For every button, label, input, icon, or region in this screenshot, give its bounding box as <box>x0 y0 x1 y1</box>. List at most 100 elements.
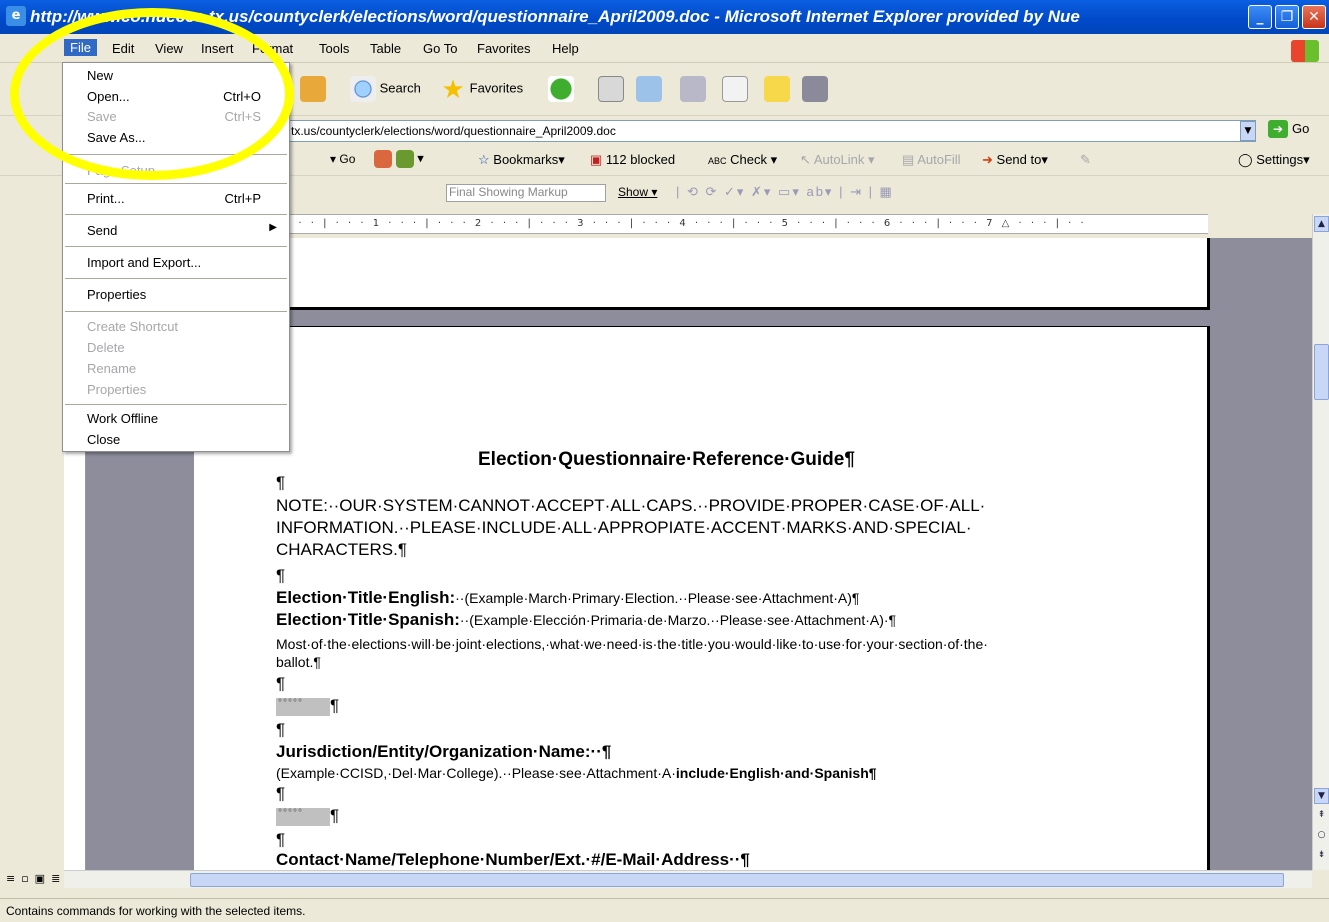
joint-elections-line-1: Most·of·the·elections·will·be·joint·elec… <box>276 636 988 652</box>
jurisdiction-label: Jurisdiction/Entity/Organization·Name:··… <box>276 742 612 761</box>
file-menu-properties[interactable]: Properties <box>63 285 289 305</box>
pilcrow-5: ¶ <box>276 784 286 803</box>
menu-edit[interactable]: Edit <box>112 41 134 56</box>
file-menu-print[interactable]: Print... Ctrl+P <box>63 189 289 209</box>
menu-separator <box>65 214 287 215</box>
send-to-button[interactable]: ➜ Send to▾ <box>982 152 1048 168</box>
file-menu-close[interactable]: Close <box>63 430 289 450</box>
horizontal-scrollbar[interactable] <box>64 870 1312 888</box>
file-menu-send[interactable]: Send ▶ <box>63 221 289 241</box>
popup-blocked-button[interactable]: ▣ 112 blocked <box>590 152 675 168</box>
autofill-button[interactable]: ▤ AutoFill <box>902 152 961 168</box>
spell-check-button[interactable]: ABC Check ▾ <box>708 152 777 168</box>
note-line-3: CHARACTERS.¶ <box>276 540 407 559</box>
submenu-arrow-icon: ▶ <box>269 222 277 233</box>
previous-page-button[interactable]: ⇞ <box>1314 808 1329 824</box>
close-button[interactable]: ✕ <box>1302 5 1326 29</box>
print-button[interactable] <box>680 76 706 102</box>
search-button[interactable]: Search <box>350 76 421 102</box>
pagerank-icon <box>395 150 414 168</box>
menu-separator <box>65 311 287 312</box>
review-icons[interactable]: | ⟲ ⟳ ✓▾ ✗▾ ▭▾ ab▾ | ⇥ | ▦ <box>676 184 894 200</box>
vertical-scroll-thumb[interactable] <box>1314 344 1329 400</box>
file-menu-new[interactable]: New <box>63 66 289 86</box>
file-menu-open[interactable]: Open... Ctrl+O <box>63 87 289 107</box>
printer-icon <box>680 76 706 102</box>
title-en-label: Election·Title·English: <box>276 588 456 607</box>
ie-icon: e <box>6 6 26 26</box>
field-dots-2[interactable]: °°°°° <box>276 807 330 826</box>
file-menu-rename[interactable]: Rename <box>63 359 289 379</box>
menu-bar: File Edit View Insert Format Tools Table… <box>0 37 1329 63</box>
autofill-icon: ▤ <box>902 152 915 167</box>
bookmarks-button[interactable]: ☆ Bookmarks▾ <box>478 152 565 168</box>
notes-button[interactable] <box>764 76 790 102</box>
file-menu-create-shortcut[interactable]: Create Shortcut <box>63 317 289 337</box>
menu-view[interactable]: View <box>155 41 183 56</box>
menu-help[interactable]: Help <box>552 41 579 56</box>
highlight-button[interactable]: ✎ <box>1080 152 1091 168</box>
edit-button[interactable] <box>722 76 748 102</box>
settings-button[interactable]: ◯ Settings▾ <box>1238 152 1310 168</box>
scroll-down-button[interactable]: ▼ <box>1314 788 1329 804</box>
home-button[interactable] <box>300 76 326 102</box>
notes-icon <box>764 76 790 102</box>
maximize-button[interactable]: ❐ <box>1275 5 1299 29</box>
horizontal-scroll-thumb[interactable] <box>190 873 1284 887</box>
highlighter-icon: ✎ <box>1080 152 1091 167</box>
next-page-button[interactable]: ⇟ <box>1314 848 1329 864</box>
menu-table[interactable]: Table <box>370 41 401 56</box>
file-menu-delete[interactable]: Delete <box>63 338 289 358</box>
menu-separator <box>65 278 287 279</box>
vertical-scrollbar[interactable]: ▲ ▼ ⇞ ○ ⇟ <box>1312 214 1329 870</box>
file-menu-save[interactable]: Save Ctrl+S <box>63 107 289 127</box>
address-input[interactable]: tx.us/countyclerk/elections/word/questio… <box>286 120 1256 142</box>
history-button[interactable] <box>548 76 574 102</box>
browse-object-button[interactable]: ○ <box>1314 828 1329 844</box>
toolbar-icons[interactable]: ▾ <box>374 150 424 168</box>
pilcrow-3: ¶ <box>276 674 286 693</box>
field-2-pilcrow: ¶ <box>330 806 340 825</box>
markup-select[interactable]: Final Showing Markup <box>446 184 606 202</box>
menu-separator <box>65 154 287 155</box>
research-icon <box>598 76 624 102</box>
links-go-button[interactable]: ▾ Go <box>330 152 355 166</box>
word-icon <box>722 76 748 102</box>
file-menu-work-offline[interactable]: Work Offline <box>63 409 289 429</box>
show-button[interactable]: Show ▾ <box>618 185 657 199</box>
address-dropdown-button[interactable]: ▼ <box>1240 121 1256 141</box>
file-menu-properties-disabled[interactable]: Properties <box>63 380 289 400</box>
go-button[interactable]: ➔ Go <box>1268 120 1309 138</box>
file-menu-save-as[interactable]: Save As... <box>63 128 289 148</box>
autolink-button[interactable]: ↖ AutoLink ▾ <box>800 152 875 168</box>
mail-button[interactable] <box>636 76 662 102</box>
favorites-button[interactable]: ★ Favorites <box>440 76 523 102</box>
send-to-icon: ➜ <box>982 152 993 167</box>
menu-tools[interactable]: Tools <box>319 41 349 56</box>
title-es-label: Election·Title·Spanish: <box>276 610 460 629</box>
menu-insert[interactable]: Insert <box>201 41 234 56</box>
page-1-bottom <box>194 238 1210 310</box>
menu-file[interactable]: File <box>64 39 97 56</box>
election-title-english: Election·Title·English:··(Example·March·… <box>276 588 859 608</box>
bookmark-star-icon: ☆ <box>478 152 490 167</box>
reviewing-toolbar: Final Showing Markup Show ▾ | ⟲ ⟳ ✓▾ ✗▾ … <box>286 180 986 206</box>
minimize-button[interactable]: _ <box>1248 5 1272 29</box>
research-button[interactable] <box>598 76 624 102</box>
form-field-2[interactable]: °°°°° ¶ <box>276 806 339 826</box>
horizontal-ruler[interactable]: · · · | · · · 1 · · · | · · · 2 · · · | … <box>286 214 1208 234</box>
menu-favorites[interactable]: Favorites <box>477 41 530 56</box>
election-title-spanish: Election·Title·Spanish:··(Example·Elecci… <box>276 610 896 630</box>
messenger-icon <box>802 76 828 102</box>
scroll-up-button[interactable]: ▲ <box>1314 216 1329 232</box>
form-field-1[interactable]: °°°°° ¶ <box>276 696 339 716</box>
menu-format[interactable]: Format <box>252 41 293 56</box>
field-dots-1[interactable]: °°°°° <box>276 697 330 716</box>
file-menu-import-export[interactable]: Import and Export... <box>63 253 289 273</box>
file-menu-page-setup[interactable]: Page Setup... <box>63 161 289 181</box>
title-en-text: ··(Example·March·Primary·Election.··Plea… <box>455 590 860 606</box>
messenger-button[interactable] <box>802 76 828 102</box>
menu-goto[interactable]: Go To <box>423 41 457 56</box>
home-icon <box>300 76 326 102</box>
history-icon <box>548 76 574 102</box>
